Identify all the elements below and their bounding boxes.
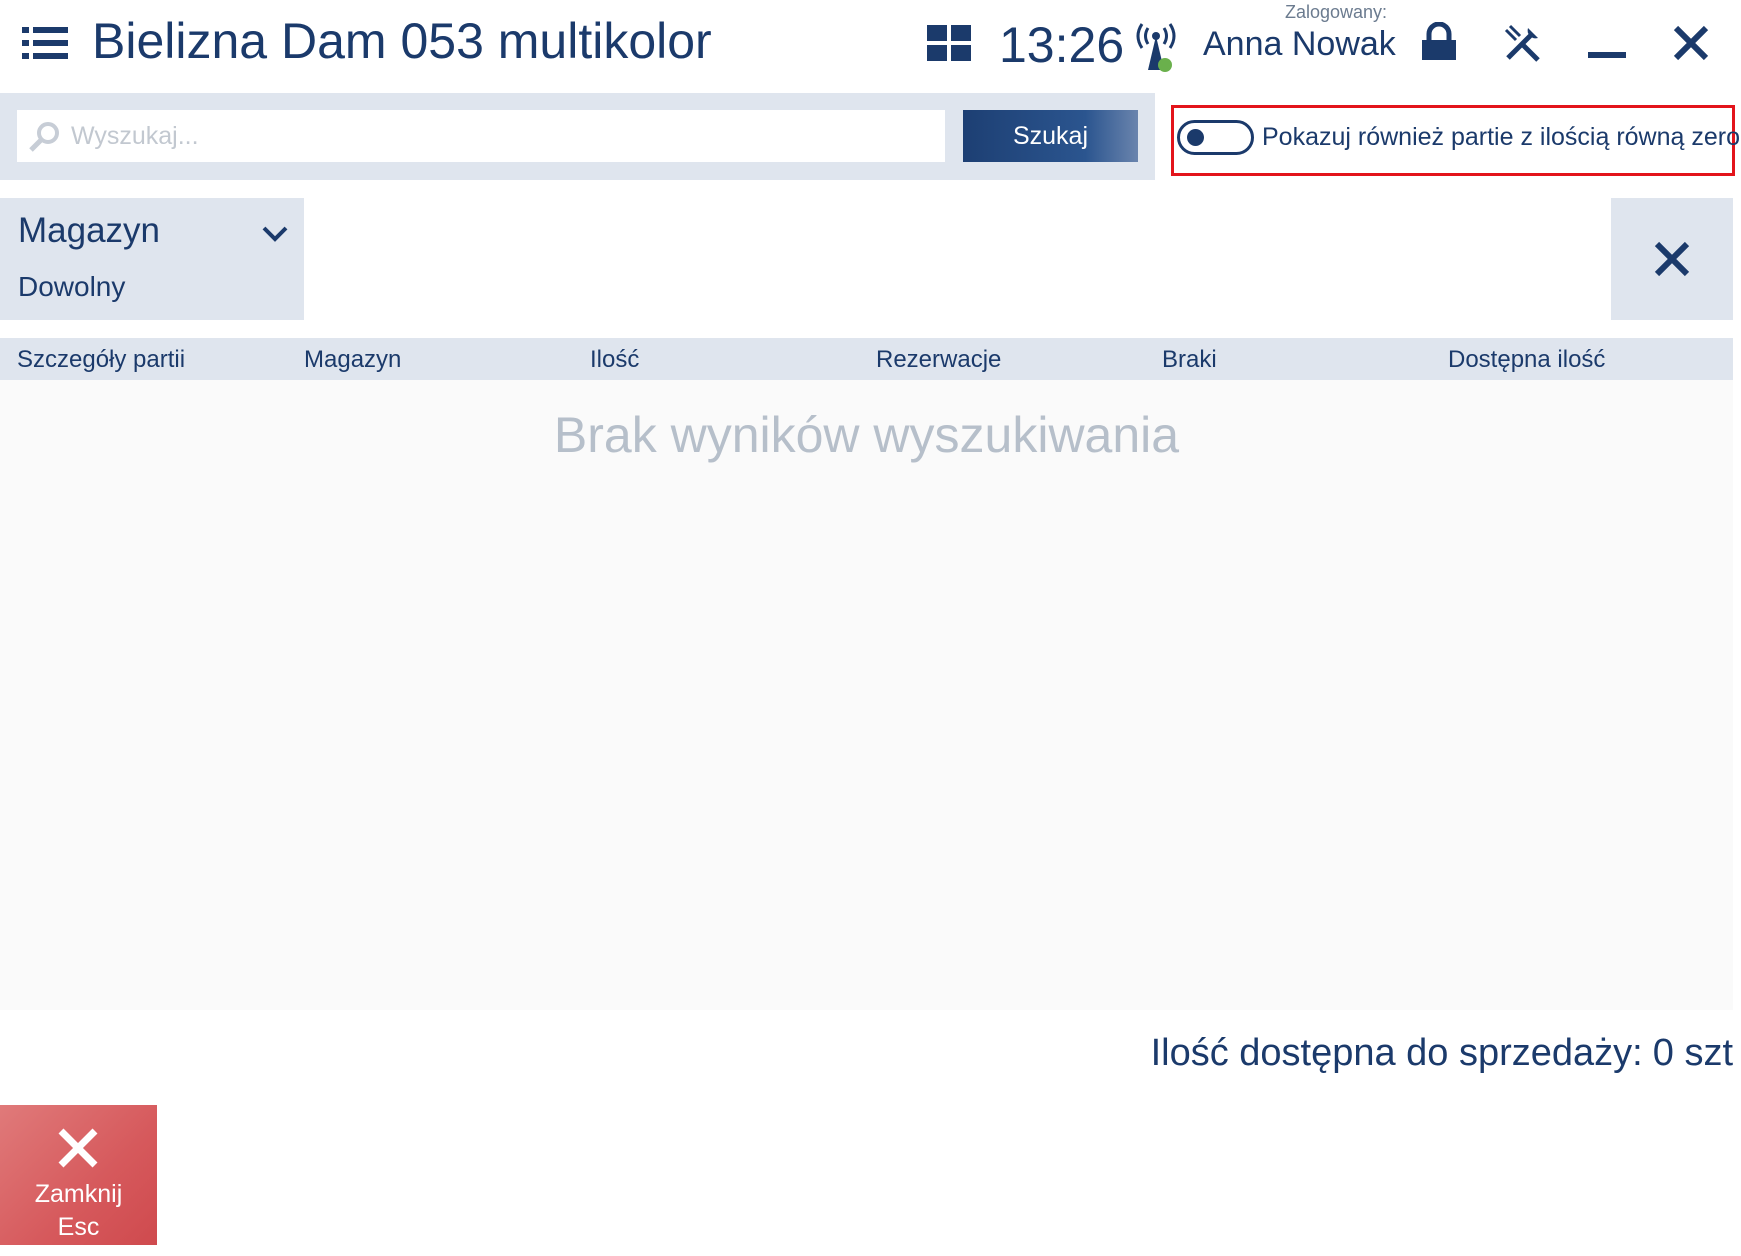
minimize-icon[interactable] [1588, 50, 1626, 60]
available-quantity-label: Ilość dostępna do sprzedaży: [1150, 1032, 1643, 1074]
tools-icon[interactable] [1502, 22, 1544, 64]
empty-results-message: Brak wyników wyszukiwania [553, 407, 1180, 463]
column-header-warehouse[interactable]: Magazyn [304, 346, 401, 374]
column-header-quantity[interactable]: Ilość [590, 346, 639, 374]
available-quantity-value: 0 szt [1652, 1032, 1733, 1074]
close-button-label: Zamknij [34, 1180, 123, 1208]
search-input[interactable] [71, 110, 931, 162]
column-header-batch-details[interactable]: Szczegóły partii [17, 346, 185, 374]
filter-title: Magazyn [18, 211, 161, 250]
zero-quantity-toggle[interactable] [1177, 120, 1254, 155]
toggle-knob [1187, 129, 1204, 146]
logged-in-label: Zalogowany: [1285, 2, 1388, 22]
clock: 13:26 [999, 17, 1125, 73]
table-header: Szczegóły partii Magazyn Ilość Rezerwacj… [0, 338, 1733, 380]
column-header-available-quantity[interactable]: Dostępna ilość [1448, 346, 1605, 374]
warehouse-filter[interactable]: Magazyn Dowolny [0, 198, 304, 320]
tiles-icon[interactable] [927, 25, 971, 61]
zero-quantity-toggle-label[interactable]: Pokazuj również partie z ilością równą z… [1262, 123, 1740, 152]
close-icon [1654, 241, 1690, 277]
user-name[interactable]: Anna Nowak [1203, 25, 1396, 64]
available-quantity-summary: Ilość dostępna do sprzedaży: 0 szt [1141, 1032, 1733, 1075]
signal-icon [1136, 23, 1176, 72]
chevron-down-icon [262, 226, 288, 242]
search-field [17, 110, 945, 162]
lock-icon[interactable] [1419, 22, 1459, 62]
page-title: Bielizna Dam 053 multikolor [92, 13, 712, 69]
close-button[interactable]: Zamknij Esc [0, 1105, 157, 1245]
close-button-shortcut: Esc [57, 1213, 100, 1241]
column-header-reservations[interactable]: Rezerwacje [876, 346, 1001, 374]
app-header: Bielizna Dam 053 multikolor 13:26 Zalogo… [0, 0, 1741, 88]
search-icon [29, 122, 59, 152]
close-icon [58, 1128, 98, 1168]
search-bar: Szukaj [0, 93, 1155, 180]
column-header-shortages[interactable]: Braki [1162, 346, 1217, 374]
menu-icon[interactable] [22, 26, 68, 60]
filter-value: Dowolny [18, 271, 126, 302]
table-body: Brak wyników wyszukiwania [0, 380, 1733, 1010]
close-icon[interactable] [1672, 24, 1710, 62]
clear-filter-button[interactable] [1611, 198, 1733, 320]
search-button[interactable]: Szukaj [963, 110, 1138, 162]
